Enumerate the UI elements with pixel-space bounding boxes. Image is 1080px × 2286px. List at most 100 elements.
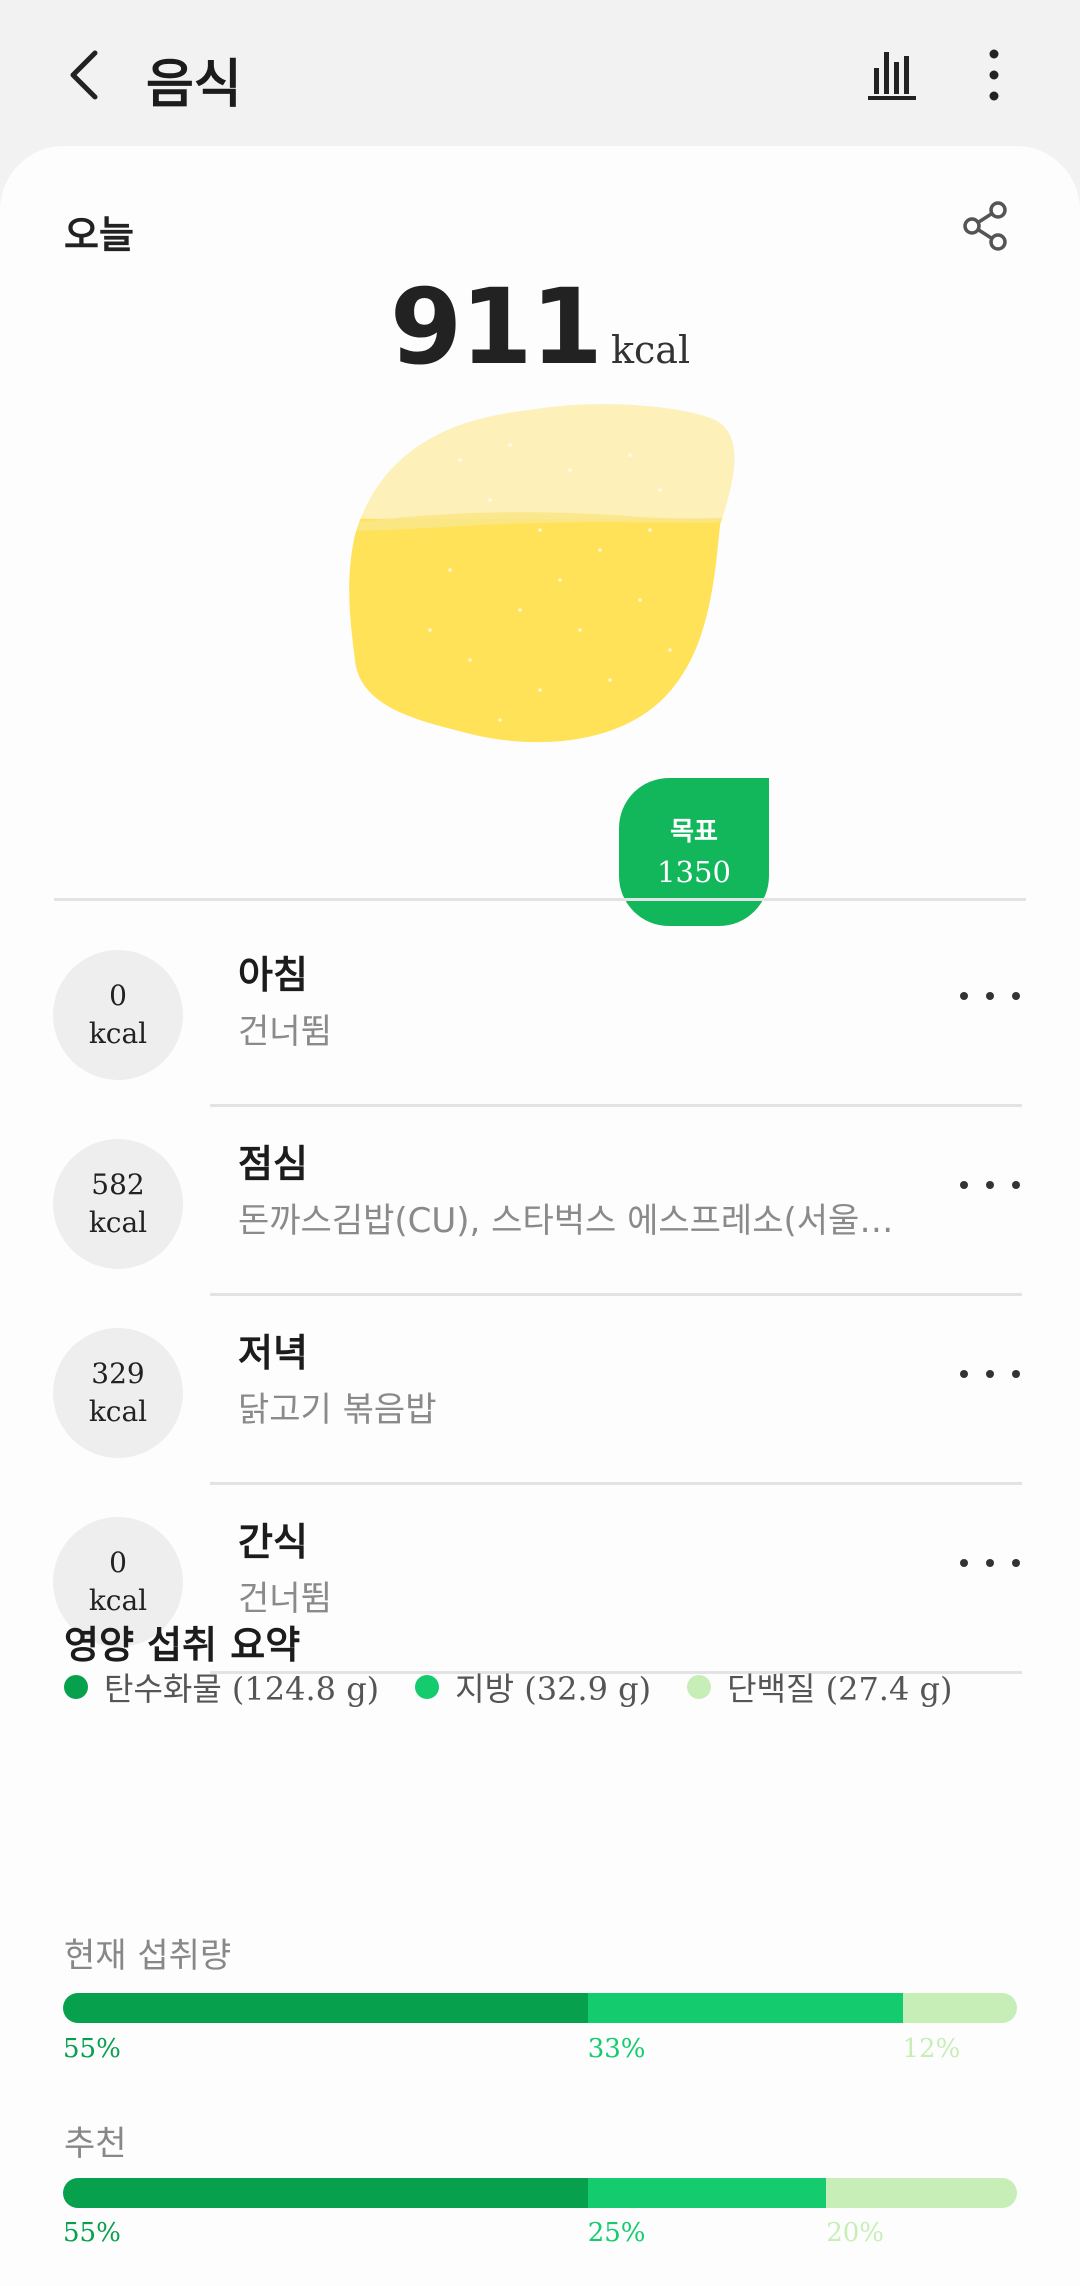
meal-row[interactable]: 582 kcal 점심 돈까스김밥(CU), 스타벅스 에스프레소(서울… bbox=[0, 1129, 1080, 1319]
recommended-label: 추천 bbox=[64, 2124, 127, 2164]
bar-segment bbox=[902, 1993, 1017, 2023]
dot-icon bbox=[1012, 1370, 1020, 1378]
meal-name: 저녁 bbox=[238, 1331, 308, 1375]
goal-badge: 목표 1350 bbox=[619, 778, 769, 926]
bar-segment bbox=[63, 2178, 588, 2208]
sparkle-dot bbox=[508, 443, 512, 447]
today-label: 오늘 bbox=[64, 213, 134, 257]
meal-kcal-badge: 582 kcal bbox=[53, 1139, 183, 1269]
legend-label: 지방 (32.9 g) bbox=[455, 1670, 652, 1708]
sparkle-dot bbox=[448, 568, 452, 572]
meal-more-button[interactable] bbox=[960, 1165, 1020, 1205]
meal-divider bbox=[210, 1482, 1022, 1485]
legend-item: 탄수화물 (124.8 g) bbox=[64, 1664, 379, 1710]
sparkle-dot bbox=[558, 578, 562, 582]
meal-kcal-value: 0 bbox=[109, 979, 127, 1012]
meal-more-button[interactable] bbox=[960, 1543, 1020, 1583]
nutrition-legend: 탄수화물 (124.8 g) 지방 (32.9 g) 단백질 (27.4 g) bbox=[64, 1664, 988, 1710]
meal-kcal-value: 329 bbox=[91, 1357, 145, 1390]
chevron-left-icon bbox=[70, 50, 98, 100]
current-intake-label: 현재 섭취량 bbox=[64, 1936, 232, 1976]
dot-icon bbox=[986, 992, 994, 1000]
dot-icon bbox=[960, 992, 968, 1000]
stats-button[interactable] bbox=[862, 44, 924, 106]
legend-dot bbox=[415, 1675, 440, 1699]
recommended-bar bbox=[63, 2178, 1017, 2208]
percent-label: 12% bbox=[902, 2034, 961, 2064]
meal-kcal-unit: kcal bbox=[88, 1395, 148, 1428]
meal-kcal-value: 582 bbox=[91, 1168, 145, 1201]
calorie-value: 911 bbox=[389, 266, 603, 388]
share-icon bbox=[963, 201, 1007, 251]
more-options-button[interactable] bbox=[972, 44, 1016, 106]
meal-kcal-badge: 0 kcal bbox=[53, 950, 183, 1080]
sparkle-dot bbox=[538, 688, 542, 692]
dot-icon bbox=[1012, 1181, 1020, 1189]
dot-icon bbox=[1012, 992, 1020, 1000]
dot-icon bbox=[1012, 1559, 1020, 1567]
bar-segment bbox=[63, 1993, 588, 2023]
meal-description: 건너뜀 bbox=[238, 1012, 332, 1052]
dot-icon bbox=[986, 1370, 994, 1378]
goal-value: 1350 bbox=[657, 855, 731, 889]
sparkle-dot bbox=[468, 658, 472, 662]
percent-label: 55% bbox=[63, 2218, 121, 2248]
dot-icon bbox=[960, 1181, 968, 1189]
legend-dot bbox=[64, 1675, 88, 1699]
percent-label: 20% bbox=[826, 2218, 884, 2248]
dot-icon bbox=[960, 1370, 968, 1378]
meal-more-button[interactable] bbox=[960, 976, 1020, 1016]
legend-dot bbox=[687, 1675, 712, 1699]
meal-name: 점심 bbox=[238, 1142, 308, 1186]
meal-kcal-unit: kcal bbox=[88, 1206, 148, 1239]
sparkle-dot bbox=[608, 678, 612, 682]
meal-kcal-badge: 329 kcal bbox=[53, 1328, 183, 1458]
legend-item: 단백질 (27.4 g) bbox=[687, 1664, 952, 1710]
meal-name: 간식 bbox=[238, 1520, 308, 1564]
sparkle-dot bbox=[498, 718, 502, 722]
calorie-unit: kcal bbox=[610, 328, 691, 372]
share-button[interactable] bbox=[958, 198, 1014, 254]
dot-icon bbox=[986, 1559, 994, 1567]
dot-icon bbox=[986, 1181, 994, 1189]
back-button[interactable] bbox=[50, 40, 120, 110]
legend-item: 지방 (32.9 g) bbox=[415, 1664, 651, 1710]
app-header: 음식 bbox=[0, 0, 1080, 150]
bar-chart-icon bbox=[868, 52, 916, 100]
meal-kcal-unit: kcal bbox=[88, 1017, 148, 1050]
bar-segment bbox=[826, 2178, 1017, 2208]
meal-name: 아침 bbox=[238, 953, 308, 997]
sparkle-dot bbox=[648, 528, 652, 532]
meal-row[interactable]: 329 kcal 저녁닭고기 볶음밥 bbox=[0, 1318, 1080, 1508]
meal-kcal-value: 0 bbox=[109, 1546, 127, 1579]
sparkle-dot bbox=[488, 498, 492, 502]
bar-segment bbox=[587, 1993, 903, 2023]
sparkle-dot bbox=[568, 468, 572, 472]
meal-divider bbox=[210, 1293, 1022, 1296]
goal-label: 목표 bbox=[670, 817, 718, 847]
current-intake-bar bbox=[63, 1993, 1017, 2023]
sparkle-dot bbox=[458, 458, 462, 462]
legend-label: 탄수화물 (124.8 g) bbox=[104, 1670, 380, 1708]
percent-label: 25% bbox=[587, 2218, 646, 2248]
calorie-total: 911 kcal bbox=[0, 266, 1080, 388]
blob-fill-level bbox=[349, 518, 735, 743]
sparkle-dot bbox=[658, 488, 662, 492]
percent-label: 33% bbox=[587, 2034, 646, 2064]
legend-label: 단백질 (27.4 g) bbox=[727, 1670, 953, 1708]
section-divider bbox=[54, 898, 1026, 901]
meal-description: 닭고기 볶음밥 bbox=[238, 1390, 437, 1430]
meal-divider bbox=[210, 1104, 1022, 1107]
sparkle-dot bbox=[578, 628, 582, 632]
nutrition-title: 영양 섭취 요약 bbox=[64, 1623, 301, 1667]
calorie-progress-graphic: 목표 1350 bbox=[340, 400, 790, 926]
sparkle-dot bbox=[518, 608, 522, 612]
dot-icon bbox=[960, 1559, 968, 1567]
meal-description: 건너뜀 bbox=[238, 1579, 332, 1619]
meal-row[interactable]: 0 kcal 아침건너뜀 bbox=[0, 940, 1080, 1130]
sparkle-dot bbox=[538, 528, 542, 532]
sparkle-dot bbox=[638, 598, 642, 602]
meal-more-button[interactable] bbox=[960, 1354, 1020, 1394]
page-title: 음식 bbox=[146, 55, 242, 115]
vertical-dots-icon bbox=[989, 49, 999, 101]
